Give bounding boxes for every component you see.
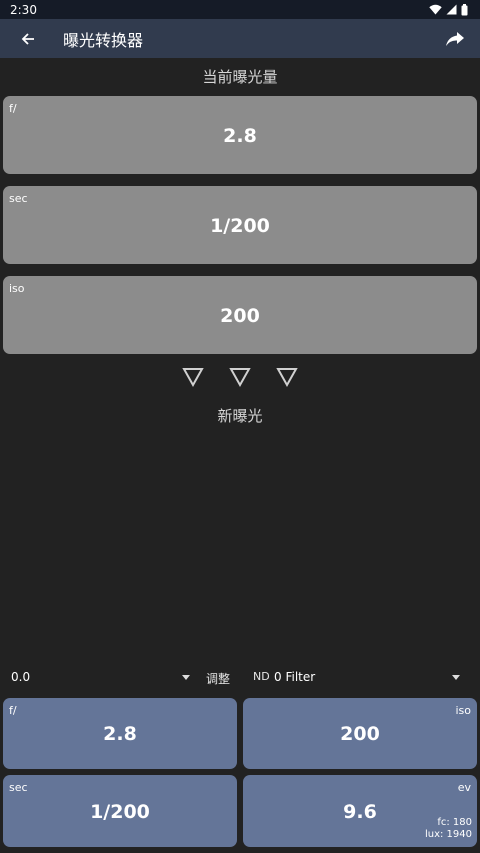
status-icons: [429, 3, 468, 16]
down-triangle-icon: [182, 368, 204, 388]
down-triangle-icon: [276, 368, 298, 388]
iso-value: 200: [220, 305, 260, 327]
nd-filter-value: 0 Filter: [274, 670, 316, 684]
shutter-value: 1/200: [210, 215, 270, 237]
new-shutter-field[interactable]: sec 1/200: [3, 775, 237, 847]
new-iso-value: 200: [340, 723, 380, 745]
new-aperture-field[interactable]: f/ 2.8: [3, 698, 237, 769]
caret-down-icon: [452, 674, 460, 680]
status-bar: 2:30: [0, 0, 480, 19]
ev-label: ev: [457, 781, 471, 794]
new-shutter-label: sec: [9, 781, 28, 794]
aperture-value: 2.8: [223, 125, 257, 147]
status-time: 2:30: [10, 2, 37, 17]
app-title: 曝光转换器: [63, 30, 144, 50]
share-icon: [446, 31, 464, 46]
back-arrow-icon: [21, 32, 34, 45]
down-triangle-icon: [229, 368, 251, 388]
new-aperture-value: 2.8: [103, 723, 137, 745]
current-shutter-field[interactable]: sec 1/200: [3, 186, 477, 264]
ev-adjust-dropdown[interactable]: 0.0: [8, 664, 194, 690]
new-aperture-label: f/: [9, 704, 17, 717]
current-iso-field[interactable]: iso 200: [3, 276, 477, 354]
iso-label: iso: [9, 282, 25, 295]
app-bar: 曝光转换器: [0, 19, 480, 58]
ev-adjust-value: 0.0: [11, 670, 31, 684]
caret-down-icon: [182, 674, 190, 680]
new-iso-label: iso: [455, 704, 471, 717]
share-button[interactable]: [430, 19, 480, 58]
lux-value: lux: 1940: [424, 829, 472, 840]
adjust-label: 调整: [206, 672, 231, 686]
shutter-label: sec: [9, 192, 28, 205]
signal-icon: [446, 4, 457, 15]
battery-icon: [461, 3, 468, 15]
adjust-controls: 0.0 调整 ND 0 Filter: [0, 664, 480, 690]
nd-filter-dropdown[interactable]: 0 Filter: [270, 664, 464, 690]
foot-candles-value: fc: 180: [437, 817, 472, 828]
conversion-arrows: [0, 366, 480, 390]
nd-label: ND: [253, 670, 270, 683]
new-iso-field[interactable]: iso 200: [243, 698, 477, 769]
current-aperture-field[interactable]: f/ 2.8: [3, 96, 477, 174]
current-exposure-title: 当前曝光量: [202, 68, 278, 86]
new-shutter-value: 1/200: [90, 801, 150, 823]
ev-field[interactable]: ev 9.6 fc: 180 lux: 1940: [243, 775, 477, 847]
back-button[interactable]: [0, 19, 56, 58]
new-exposure-title: 新曝光: [217, 407, 263, 425]
aperture-label: f/: [9, 102, 17, 115]
wifi-icon: [429, 4, 442, 15]
